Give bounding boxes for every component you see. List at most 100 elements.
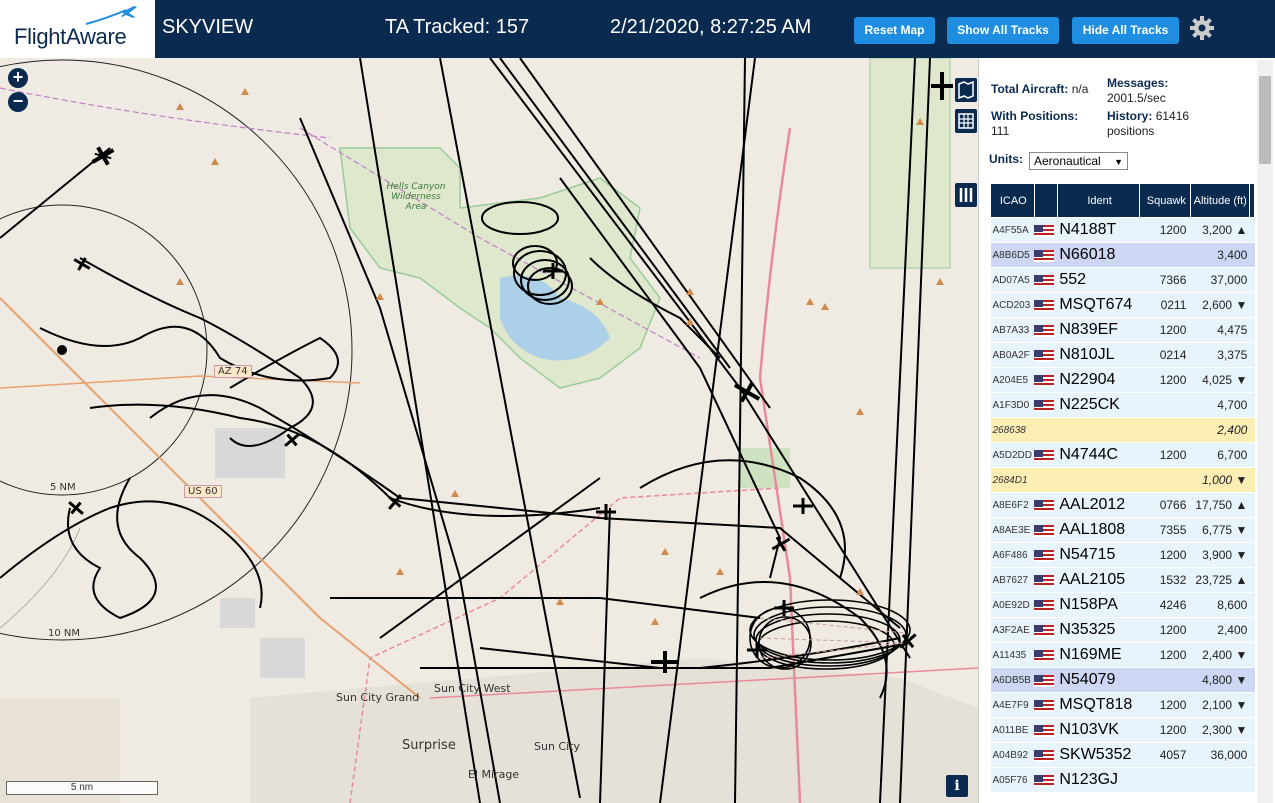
cell-flag [1034, 392, 1058, 418]
highway-shield-us60: US 60 [184, 485, 222, 498]
cell-pad [1249, 467, 1255, 493]
cell-squawk: 1200 [1139, 642, 1191, 668]
us-flag-icon [1034, 274, 1055, 287]
table-row[interactable]: A4E7F9 MSQT818 1200 2,100 ▼ [990, 692, 1255, 718]
us-flag-icon [1034, 349, 1055, 362]
table-row[interactable]: ACD203 MSQT674 0211 2,600 ▼ [990, 292, 1255, 318]
cell-icao: A4E7F9 [990, 692, 1035, 718]
zoom-in-button[interactable]: + [8, 68, 28, 88]
col-ident[interactable]: Ident [1056, 183, 1141, 218]
cell-pad [1249, 517, 1255, 543]
cell-altitude: 6,775 ▼ [1190, 517, 1250, 543]
units-select[interactable]: Aeronautical [1029, 152, 1128, 170]
table-row[interactable]: A0E92D N158PA 4246 8,600 [990, 592, 1255, 618]
cell-icao: A6F486 [990, 542, 1035, 568]
table-row[interactable]: A05F76 N123GJ [990, 767, 1255, 793]
map-icon [958, 80, 974, 100]
with-positions-label: With Positions: [991, 109, 1079, 123]
flightaware-logo[interactable]: FlightAware [0, 0, 155, 58]
table-row[interactable]: A6DB5B N54079 4,800 ▼ [990, 667, 1255, 693]
col-flag[interactable] [1033, 183, 1058, 218]
cell-squawk: 7366 [1139, 267, 1191, 293]
scale-bar: 5 nm [6, 781, 158, 795]
table-row[interactable]: A8E6F2 AAL2012 0766 17,750 ▲ [990, 492, 1255, 518]
us-flag-icon [1034, 699, 1055, 712]
column-toggle-button[interactable] [955, 183, 977, 207]
cell-altitude: 4,700 [1190, 392, 1250, 418]
map-layers-button[interactable] [955, 78, 977, 102]
table-row[interactable]: AB7A33 N839EF 1200 4,475 [990, 317, 1255, 343]
reset-map-button[interactable]: Reset Map [854, 17, 935, 44]
table-row[interactable]: A8AE3E AAL1808 7355 6,775 ▼ [990, 517, 1255, 543]
col-squawk[interactable]: Squawk [1139, 183, 1191, 218]
cell-altitude: 2,400 ▼ [1190, 642, 1250, 668]
cell-icao: AB7627 [990, 567, 1035, 593]
zoom-out-button[interactable]: − [8, 92, 28, 112]
cell-ident: N123GJ [1057, 767, 1140, 793]
cell-ident: AAL2012 [1057, 492, 1140, 518]
cell-ident [1057, 417, 1140, 443]
cell-ident: N35325 [1057, 617, 1140, 643]
col-icao[interactable]: ICAO [990, 183, 1035, 218]
cell-ident: N66018 [1057, 242, 1140, 268]
col-altitude[interactable]: Altitude (ft) [1189, 183, 1250, 218]
table-row[interactable]: A11435 N169ME 1200 2,400 ▼ [990, 642, 1255, 668]
cell-icao: A0E92D [990, 592, 1035, 618]
show-all-tracks-button[interactable]: Show All Tracks [947, 17, 1059, 44]
table-row[interactable]: A4F55A N4188T 1200 3,200 ▲ [990, 217, 1255, 243]
hide-all-tracks-button[interactable]: Hide All Tracks [1072, 17, 1179, 44]
cell-pad [1249, 642, 1255, 668]
panel-scrollbar[interactable] [1257, 60, 1273, 803]
table-row[interactable]: A1F3D0 N225CK 4,700 [990, 392, 1255, 418]
cell-icao: A11435 [990, 642, 1035, 668]
cell-altitude: 17,750 ▲ [1190, 492, 1250, 518]
wilderness-label: Hells Canyon Wilderness Area [386, 182, 446, 212]
table-row[interactable]: A011BE N103VK 1200 2,300 ▼ [990, 717, 1255, 743]
us-flag-icon [1034, 624, 1055, 637]
cell-pad [1249, 767, 1255, 793]
cell-altitude: 2,600 ▼ [1190, 292, 1250, 318]
table-row[interactable]: 268638 2,400 [990, 417, 1255, 443]
table-row[interactable]: A8B6D5 N66018 3,400 [990, 242, 1255, 268]
cell-altitude: 3,900 ▼ [1190, 542, 1250, 568]
city-label-el-mirage: El Mirage [468, 768, 520, 781]
table-row[interactable]: A6F486 N54715 1200 3,900 ▼ [990, 542, 1255, 568]
cell-ident: N839EF [1057, 317, 1140, 343]
cell-flag [1034, 767, 1058, 793]
info-button[interactable]: i [946, 775, 968, 797]
map-view[interactable]: Hells Canyon Wilderness Area Sun City Gr… [0, 58, 978, 803]
panel-scroll-thumb[interactable] [1259, 76, 1271, 164]
page-title: SKYVIEW [162, 16, 254, 38]
cell-squawk: 7355 [1139, 517, 1191, 543]
cell-pad [1249, 617, 1255, 643]
table-row[interactable]: 2684D1 1,000 ▼ [990, 467, 1255, 493]
history-label: History: [1107, 109, 1153, 123]
aircraft-table: ICAO Ident Squawk Altitude (ft) A4F55A N4… [990, 183, 1256, 793]
table-row[interactable]: A204E5 N22904 1200 4,025 ▼ [990, 367, 1255, 393]
header-bar: FlightAware SKYVIEW TA Tracked: 157 2/21… [0, 0, 1275, 58]
gear-icon[interactable] [1188, 14, 1216, 42]
grid-toggle-button[interactable] [955, 109, 977, 133]
table-row[interactable]: A3F2AE N35325 1200 2,400 [990, 617, 1255, 643]
cell-flag [1034, 242, 1058, 268]
cell-altitude: 23,725 ▲ [1190, 567, 1250, 593]
cell-squawk [1139, 467, 1191, 493]
cell-altitude: 2,300 ▼ [1190, 717, 1250, 743]
table-row[interactable]: AD07A5 552 7366 37,000 [990, 267, 1255, 293]
table-row[interactable]: A5D2DD N4744C 1200 6,700 [990, 442, 1255, 468]
cell-pad [1249, 392, 1255, 418]
cell-flag [1034, 692, 1058, 718]
cell-squawk: 1200 [1139, 692, 1191, 718]
us-flag-icon [1034, 449, 1055, 462]
table-row[interactable]: AB0A2F N810JL 0214 3,375 [990, 342, 1255, 368]
table-row[interactable]: A04B92 SKW5352 4057 36,000 [990, 742, 1255, 768]
cell-ident: N4188T [1057, 217, 1140, 243]
cell-ident: N225CK [1057, 392, 1140, 418]
us-flag-icon [1034, 249, 1055, 262]
table-row[interactable]: AB7627 AAL2105 1532 23,725 ▲ [990, 567, 1255, 593]
messages-value: 2001.5/sec [1107, 91, 1166, 105]
cell-altitude: 2,100 ▼ [1190, 692, 1250, 718]
cell-altitude: 3,375 [1190, 342, 1250, 368]
aircraft-panel: Total Aircraft: n/a Messages: 2001.5/sec… [978, 58, 1275, 803]
cell-icao: A8AE3E [990, 517, 1035, 543]
